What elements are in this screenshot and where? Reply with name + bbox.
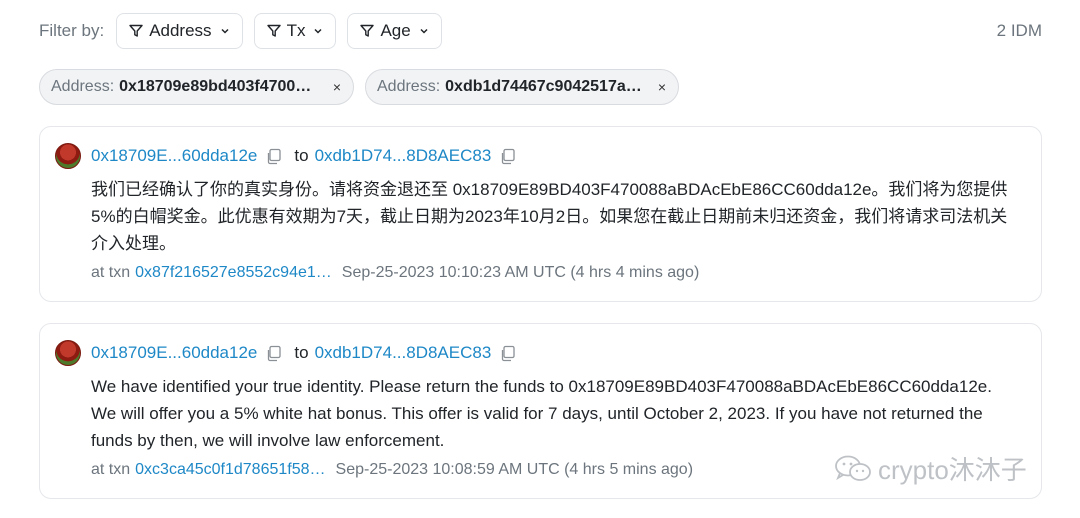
txn-hash-link[interactable]: 0xc3ca45c0f1d78651f58… — [135, 461, 325, 479]
close-icon[interactable]: × — [648, 79, 666, 95]
message-header: 0x18709E...60dda12e to 0xdb1D74...8D8AEC… — [91, 341, 528, 365]
chip-value: 0xdb1d74467c9042517a… — [445, 78, 642, 95]
copy-icon[interactable] — [499, 148, 516, 165]
address-filter-chip[interactable]: Address: 0x18709e89bd403f4700… × — [39, 69, 354, 105]
message-meta: at txn 0xc3ca45c0f1d78651f58… Sep-25-202… — [91, 461, 693, 479]
active-filter-chips: Address: 0x18709e89bd403f4700… × Address… — [39, 69, 690, 105]
chevron-down-icon — [221, 28, 229, 34]
to-label: to — [294, 343, 309, 362]
from-address-link[interactable]: 0x18709E...60dda12e — [91, 146, 257, 166]
filter-address-button[interactable]: Address — [116, 13, 243, 49]
watermark: crypto沐沐子 — [834, 450, 1027, 487]
filter-tx-button[interactable]: Tx — [253, 13, 337, 49]
funnel-icon — [360, 24, 375, 37]
chip-key: Address: — [377, 78, 441, 95]
address-filter-chip[interactable]: Address: 0xdb1d74467c9042517a… × — [365, 69, 679, 105]
from-address-link[interactable]: 0x18709E...60dda12e — [91, 343, 257, 363]
chevron-down-icon — [420, 28, 428, 34]
message-text: We have identified your true identity. P… — [91, 377, 992, 450]
copy-icon[interactable] — [265, 148, 282, 165]
filter-label: Filter by: — [39, 21, 105, 40]
to-address-link[interactable]: 0xdb1D74...8D8AEC83 — [315, 343, 492, 363]
funnel-icon — [129, 24, 143, 37]
filter-age-label: Age — [380, 21, 411, 40]
idm-count: 2 IDM — [996, 21, 1042, 40]
avatar — [55, 340, 81, 366]
copy-icon[interactable] — [265, 345, 282, 362]
at-txn-label: at txn — [91, 461, 131, 478]
timestamp: Sep-25-2023 10:08:59 AM UTC (4 hrs 5 min… — [335, 461, 694, 478]
message-text: 我们已经确认了你的真实身份。请将资金退还至 0x18709E89BD403F47… — [91, 180, 1008, 253]
copy-icon[interactable] — [499, 345, 516, 362]
message-header: 0x18709E...60dda12e to 0xdb1D74...8D8AEC… — [91, 144, 528, 168]
close-icon[interactable]: × — [323, 79, 341, 95]
to-address-link[interactable]: 0xdb1D74...8D8AEC83 — [315, 146, 492, 166]
filter-age-button[interactable]: Age — [347, 13, 442, 49]
at-txn-label: at txn — [91, 264, 131, 281]
chevron-down-icon — [314, 28, 322, 34]
wechat-icon — [835, 455, 871, 481]
message-card: 0x18709E...60dda12e to 0xdb1D74...8D8AEC… — [39, 126, 1042, 302]
watermark-text: crypto沐沐子 — [878, 455, 1027, 485]
avatar — [55, 143, 81, 169]
to-label: to — [294, 146, 309, 165]
chip-value: 0x18709e89bd403f4700… — [119, 78, 312, 95]
txn-hash-link[interactable]: 0x87f216527e8552c94e1… — [135, 264, 332, 282]
funnel-icon — [266, 24, 281, 37]
filter-address-label: Address — [149, 21, 212, 40]
timestamp: Sep-25-2023 10:10:23 AM UTC (4 hrs 4 min… — [341, 264, 700, 281]
chip-key: Address: — [51, 78, 115, 95]
filter-tx-label: Tx — [286, 21, 306, 40]
filter-bar: Filter by: Address Tx Age 2 IDM — [39, 13, 1042, 49]
message-meta: at txn 0x87f216527e8552c94e1… Sep-25-202… — [91, 264, 699, 282]
